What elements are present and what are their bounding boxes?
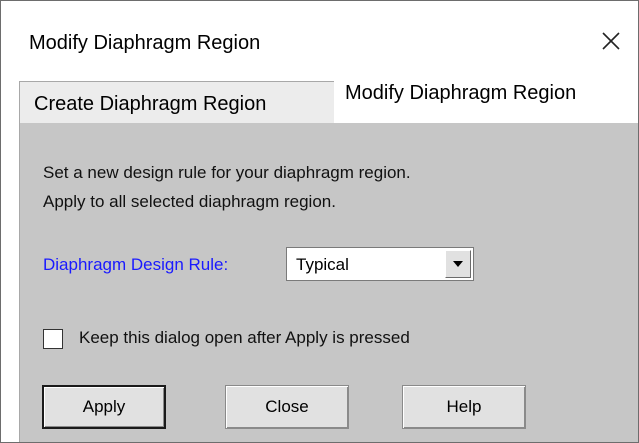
design-rule-label: Diaphragm Design Rule: (43, 255, 229, 274)
tab-panel: Set a new design rule for your diaphragm… (19, 123, 638, 442)
tab-create-diaphragm-region[interactable]: Create Diaphragm Region (19, 81, 335, 123)
keep-open-label[interactable]: Keep this dialog open after Apply is pre… (79, 328, 410, 348)
close-button[interactable]: Close (225, 385, 349, 429)
apply-button[interactable]: Apply (42, 385, 166, 429)
design-rule-value: Typical (296, 255, 349, 274)
keep-open-checkbox[interactable] (43, 329, 63, 349)
tab-modify-diaphragm-region[interactable]: Modify Diaphragm Region (334, 73, 638, 123)
window-title: Modify Diaphragm Region (29, 32, 261, 54)
help-button[interactable]: Help (402, 385, 526, 429)
dropdown-arrow-button[interactable] (445, 250, 471, 278)
dialog-window: Modify Diaphragm Region Create Diaphragm… (0, 0, 639, 443)
close-icon[interactable] (597, 27, 625, 55)
chevron-down-icon (453, 261, 463, 267)
instruction-text-1: Set a new design rule for your diaphragm… (43, 163, 411, 182)
instruction-text-2: Apply to all selected diaphragm region. (43, 192, 336, 211)
tab-strip: Create Diaphragm Region Modify Diaphragm… (1, 73, 638, 123)
title-bar: Modify Diaphragm Region (1, 1, 638, 71)
design-rule-select[interactable]: Typical (286, 247, 474, 281)
